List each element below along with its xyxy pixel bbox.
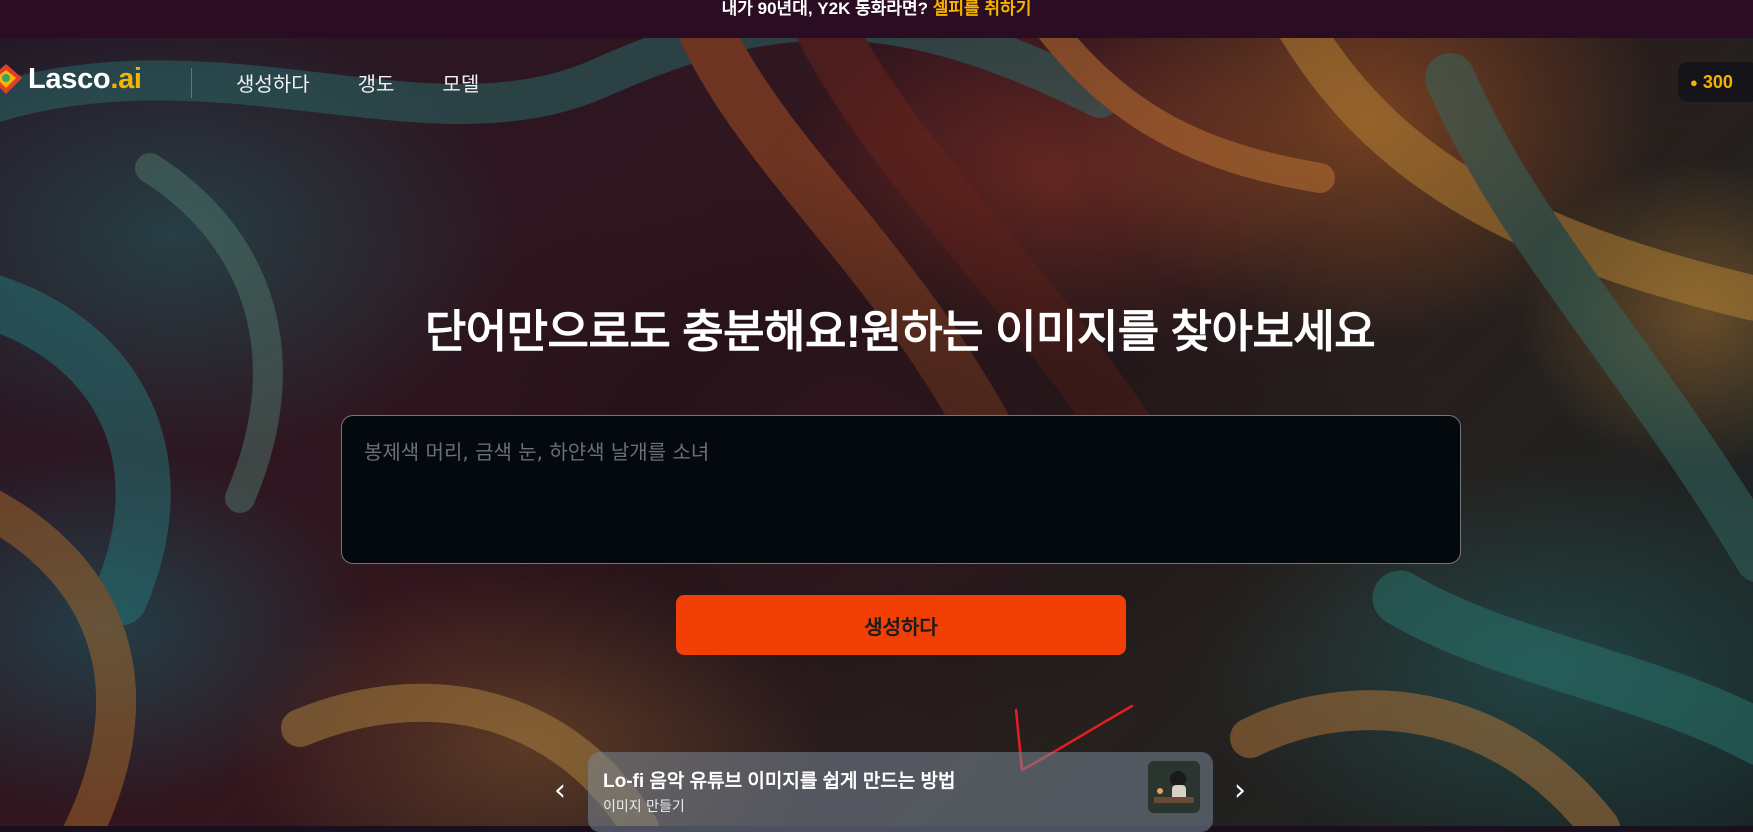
promo-banner-text: 내가 90년대, Y2K 동화라면? <box>721 0 929 18</box>
generate-button[interactable]: 생성하다 <box>676 595 1126 655</box>
coin-icon: ● <box>1690 74 1698 90</box>
chevron-left-icon: ‹ <box>554 772 566 808</box>
page-headline: 단어만으로도 충분해요!원하는 이미지를 찾아보세요 <box>424 306 1376 357</box>
chevron-right-icon: › <box>1234 772 1246 808</box>
tutorial-card-thumbnail <box>1148 761 1200 813</box>
carousel-next-button[interactable]: › <box>1226 772 1254 808</box>
logo-text: Lasco.ai <box>28 62 142 95</box>
promo-banner-link[interactable]: 셀피를 취하기 <box>933 0 1032 18</box>
prompt-box <box>341 415 1461 564</box>
tutorial-card[interactable]: Lo-fi 음악 유튜브 이미지를 쉽게 만드는 방법 이미지 만들기 <box>588 752 1213 832</box>
prompt-input[interactable] <box>362 434 1444 549</box>
header-divider <box>191 68 192 98</box>
site-logo[interactable]: Lasco.ai <box>0 62 142 96</box>
tutorial-card-title: Lo-fi 음악 유튜브 이미지를 쉽게 만드는 방법 <box>603 771 956 792</box>
nav-create[interactable]: 생성하다 <box>236 68 310 97</box>
logo-mark-icon <box>0 62 22 96</box>
credits-badge[interactable]: ● 300 <box>1678 62 1753 102</box>
site-header: Lasco.ai 생성하다 갱도 모델 ● 300 <box>0 38 1753 122</box>
carousel-prev-button[interactable]: ‹ <box>546 772 574 808</box>
credits-count: 300 <box>1702 71 1733 92</box>
nav-models[interactable]: 모델 <box>442 68 479 97</box>
promo-banner: 내가 90년대, Y2K 동화라면? 셀피를 취하기 <box>0 0 1753 38</box>
tutorial-card-subtitle: 이미지 만들기 <box>603 799 685 815</box>
nav-gallery[interactable]: 갱도 <box>358 68 395 97</box>
main-nav: 생성하다 갱도 모델 <box>236 68 527 97</box>
